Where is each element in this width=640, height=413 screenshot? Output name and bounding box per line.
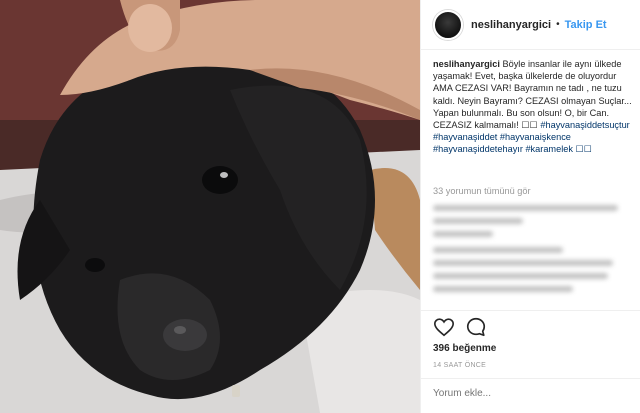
comment-input[interactable] xyxy=(433,388,633,399)
post-photo[interactable] xyxy=(0,0,420,413)
heart-icon[interactable] xyxy=(433,316,455,338)
divider xyxy=(421,310,640,311)
puppy-photo-illustration xyxy=(0,0,420,413)
follow-button[interactable]: Takip Et xyxy=(565,19,607,31)
post-header: neslihanyargici • Takip Et xyxy=(421,0,640,50)
action-bar xyxy=(433,316,487,338)
avatar[interactable] xyxy=(433,9,463,40)
post-caption: neslihanyargici Böyle insanlar ile aynı … xyxy=(433,58,633,156)
post-side-panel: neslihanyargici • Takip Et neslihanyargi… xyxy=(420,0,640,413)
comment-icon[interactable] xyxy=(465,316,487,338)
username-link[interactable]: neslihanyargici xyxy=(471,19,551,31)
post-timestamp: 14 SAAT ÖNCE xyxy=(433,362,487,369)
blurred-comments xyxy=(433,205,633,305)
likes-count[interactable]: 396 beğenme xyxy=(433,343,496,354)
view-all-comments-link[interactable]: 33 yorumun tümünü gör xyxy=(433,186,531,196)
caption-username[interactable]: neslihanyargici xyxy=(433,59,500,69)
separator-dot: • xyxy=(556,19,560,30)
divider xyxy=(421,378,640,379)
